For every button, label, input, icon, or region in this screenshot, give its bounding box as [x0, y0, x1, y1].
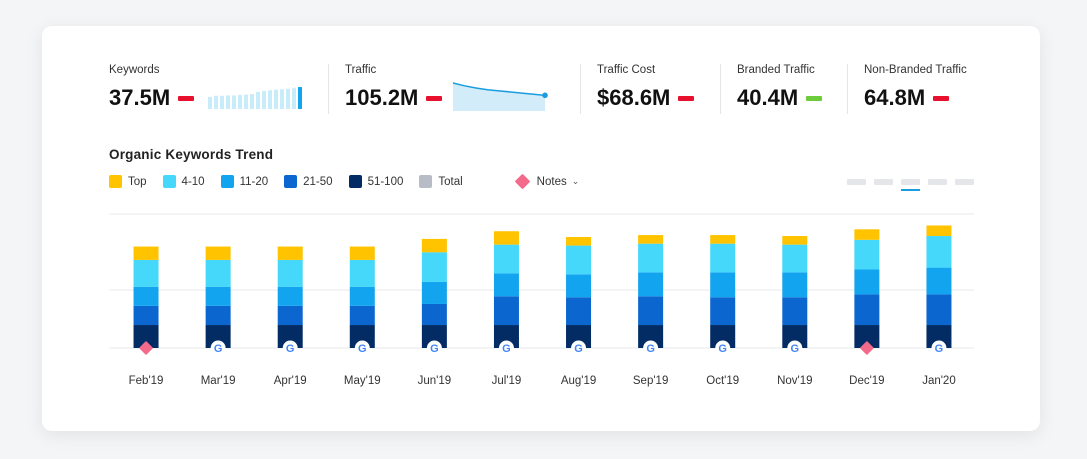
bar-segment	[205, 246, 231, 260]
bar-segment	[133, 246, 159, 260]
bar-segment	[710, 297, 736, 326]
dashboard-card: Keywords 37.5M Traffic 105.2M Traffic Co…	[42, 26, 1040, 431]
x-tick-label: Nov'19	[777, 375, 812, 387]
bar-segment	[421, 238, 447, 253]
bar-segment	[782, 244, 808, 273]
x-tick-label: Jul'19	[492, 375, 522, 387]
bar-segment	[277, 305, 303, 326]
bar-segment	[854, 269, 880, 295]
google-icon: G	[358, 343, 367, 355]
bar-segment	[782, 236, 808, 245]
bar-segment	[349, 305, 375, 326]
bar-segment	[782, 272, 808, 298]
bar-segment	[133, 259, 159, 287]
bar-segment	[638, 272, 664, 297]
bar-segment	[710, 235, 736, 244]
x-tick-label: Dec'19	[849, 375, 884, 387]
bar-segment	[566, 236, 592, 246]
bar-segment	[493, 231, 519, 245]
bar-segment	[854, 294, 880, 326]
x-tick-label: Aug'19	[561, 375, 596, 387]
google-icon: G	[935, 343, 944, 355]
bar-segment	[133, 286, 159, 306]
google-icon: G	[646, 343, 655, 355]
bar-segment	[638, 235, 664, 244]
bar-segment	[854, 239, 880, 270]
bar-segment	[926, 225, 952, 237]
google-icon: G	[502, 343, 511, 355]
x-tick-label: Jun'19	[418, 375, 452, 387]
bar-segment	[566, 245, 592, 275]
bar-segment	[566, 274, 592, 298]
bar-segment	[349, 246, 375, 260]
bar-segment	[710, 272, 736, 298]
bar-segment	[349, 259, 375, 287]
bar-segment	[493, 296, 519, 326]
bar-segment	[205, 259, 231, 287]
bar-segment	[926, 236, 952, 268]
bar-segment	[493, 273, 519, 297]
x-tick-label: Feb'19	[129, 375, 164, 387]
x-tick-label: Oct'19	[706, 375, 739, 387]
bar-segment	[421, 281, 447, 304]
bar-segment	[205, 305, 231, 326]
bar-segment	[277, 286, 303, 306]
bar-segment	[205, 286, 231, 306]
bar-segment	[349, 286, 375, 306]
google-icon: G	[286, 343, 295, 355]
bar-segment	[926, 267, 952, 295]
bar-segment	[421, 252, 447, 282]
x-tick-label: Sep'19	[633, 375, 668, 387]
google-icon: G	[718, 343, 727, 355]
bar-segment	[638, 296, 664, 326]
google-icon: G	[214, 343, 223, 355]
bar-segment	[493, 244, 519, 274]
x-tick-label: Mar'19	[201, 375, 236, 387]
bar-segment	[710, 243, 736, 273]
x-tick-label: Jan'20	[922, 375, 956, 387]
organic-keywords-chart: Feb'19 G Mar'19 G Apr'19 G May'19 G Jun'19 G Jul'1…	[109, 213, 974, 387]
bar-segment	[854, 229, 880, 240]
bar-segment	[926, 294, 952, 326]
x-tick-label: Apr'19	[274, 375, 307, 387]
bar-segment	[133, 305, 159, 326]
bar-segment	[782, 297, 808, 326]
x-tick-label: May'19	[344, 375, 381, 387]
bar-segment	[638, 243, 664, 273]
bar-segment	[277, 259, 303, 287]
bar-segment	[566, 297, 592, 326]
google-icon: G	[791, 343, 800, 355]
bar-segment	[421, 303, 447, 326]
google-icon: G	[574, 343, 583, 355]
bar-segment	[277, 246, 303, 260]
google-icon: G	[430, 343, 439, 355]
